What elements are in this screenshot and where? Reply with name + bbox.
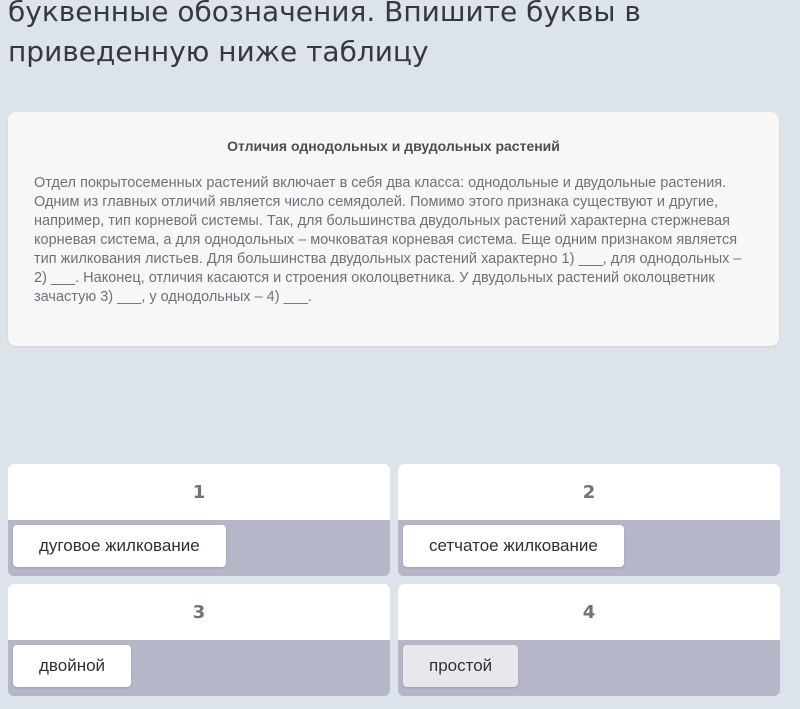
answer-cell-2: 2 сетчатое жилкование [398,464,780,576]
answer-cell-3: 3 двойной [8,584,390,696]
answer-cell-1: 1 дуговое жилкование [8,464,390,576]
drop-zone[interactable]: дуговое жилкование [8,520,390,576]
cell-number: 2 [398,464,780,520]
answer-chip[interactable]: сетчатое жилкование [403,525,624,567]
text-card: Отличия однодольных и двудольных растени… [8,112,779,346]
text-body: Отдел покрытосеменных растений включает … [34,175,742,305]
answer-chip[interactable]: простой [403,645,519,687]
task-heading: буквенные обозначения. Впишите буквы в п… [8,0,641,68]
drop-zone[interactable]: сетчатое жилкование [398,520,780,576]
cell-number: 1 [8,464,390,520]
drop-zone[interactable]: простой [398,640,780,696]
text-title: Отличия однодольных и двудольных растени… [227,138,560,154]
cell-number: 4 [398,584,780,640]
answer-chip[interactable]: дуговое жилкование [13,525,226,567]
answer-chip[interactable]: двойной [13,645,132,687]
answer-cell-4: 4 простой [398,584,780,696]
cell-number: 3 [8,584,390,640]
drop-zone[interactable]: двойной [8,640,390,696]
